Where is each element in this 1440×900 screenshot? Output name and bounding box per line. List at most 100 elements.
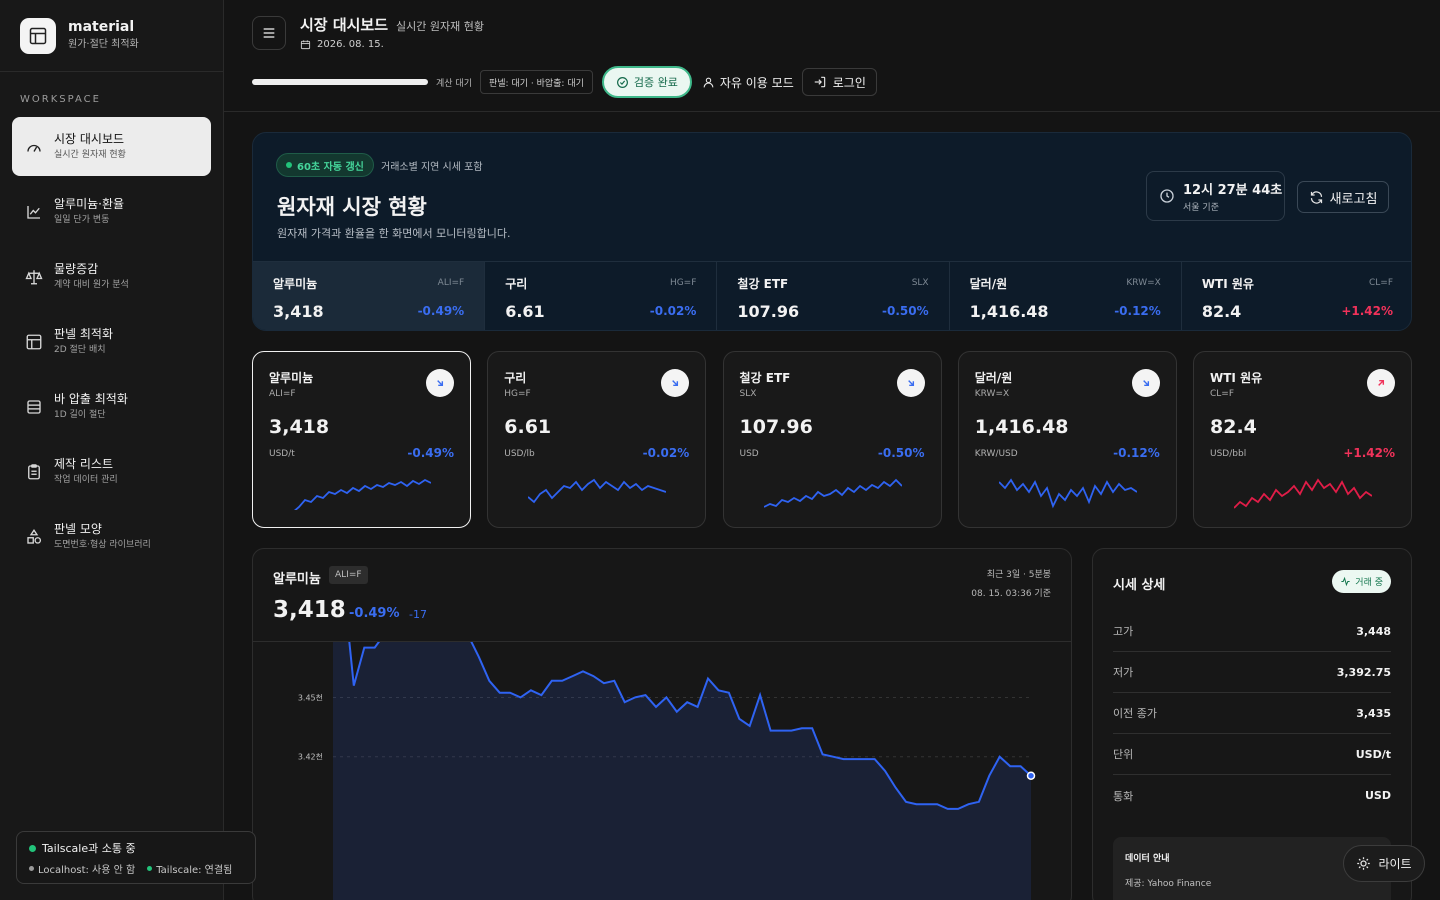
sidebar-item-market-dashboard[interactable]: 시장 대시보드 실시간 원자재 현황	[12, 117, 211, 176]
commodity-card[interactable]: 달러/원 KRW=X 1,416.48 KRW/USD -0.12%	[957, 351, 1177, 528]
card-change: -0.12%	[1113, 446, 1160, 460]
sun-icon	[1357, 857, 1371, 870]
tailscale-status: Tailscale: 연결됨	[156, 865, 233, 876]
ticker-change: -0.50%	[881, 304, 929, 318]
ticker-name: 철강 ETF	[737, 277, 789, 291]
card-name: 구리	[504, 371, 527, 385]
brand-subtitle: 원가·절단 최적화	[68, 39, 139, 50]
sparkline	[528, 478, 667, 504]
rows-icon	[24, 397, 44, 417]
ticker-row: 알루미늄 ALI=F 3,418 -0.49% 구리 HG=F 6.61 -0.…	[253, 261, 1411, 330]
user-icon	[703, 77, 714, 87]
sidebar-item-bar-extrusion[interactable]: 바 압출 최적화 1D 길이 절단	[12, 377, 211, 436]
chart-symbol-badge: ALI=F	[329, 566, 368, 584]
page-subtitle: 실시간 원자재 현황	[396, 20, 484, 33]
commodity-card[interactable]: 알루미늄 ALI=F 3,418 USD/t -0.49%	[252, 351, 471, 528]
hero-title: 원자재 시장 현황	[277, 195, 427, 219]
menu-toggle-button[interactable]	[252, 16, 286, 50]
connection-status-box[interactable]: Tailscale과 소통 중 Localhost: 사용 안 함 Tailsc…	[16, 831, 256, 884]
detail-key: 저가	[1113, 666, 1134, 679]
market-overview-hero: 60초 자동 갱신 거래소별 지연 시세 포함 원자재 시장 현황 원자재 가격…	[252, 132, 1412, 331]
ticker-wti[interactable]: WTI 원유 CL=F 82.4 +1.42%	[1182, 262, 1411, 330]
refresh-label: 새로고침	[1329, 191, 1378, 207]
app-root: material 원가·절단 최적화 WORKSPACE 시장 대시보드 실시간…	[0, 0, 1440, 900]
ticker-change: -0.02%	[649, 304, 697, 318]
status-title: Tailscale과 소통 중	[42, 842, 136, 855]
main-content: 시장 대시보드 실시간 원자재 현황 2026. 08. 15. 계산 대기 판…	[224, 0, 1440, 900]
sidebar-section-title: WORKSPACE	[20, 94, 101, 105]
theme-toggle-button[interactable]: 라이트	[1343, 845, 1425, 882]
card-price: 1,416.48	[974, 416, 1069, 438]
brand[interactable]: material 원가·절단 최적화	[0, 0, 223, 72]
sidebar-item-label: 판넬 최적화	[54, 327, 114, 341]
sidebar-item-production-list[interactable]: 제작 리스트 작업 데이터 관리	[12, 442, 211, 501]
card-change: -0.49%	[407, 446, 454, 460]
brand-logo-icon	[20, 17, 56, 54]
price-line-chart[interactable]: 3.5천3.48천3.45천3.42천	[253, 642, 1072, 900]
card-symbol: CL=F	[1210, 389, 1235, 399]
card-price: 107.96	[739, 416, 813, 438]
line-chart-icon	[24, 202, 44, 222]
calculation-progress-bar	[252, 79, 428, 85]
verify-label: 검증 완료	[633, 76, 678, 89]
sparkline-path	[763, 478, 902, 508]
sparkline-path	[528, 478, 667, 504]
commodity-cards: 알루미늄 ALI=F 3,418 USD/t -0.49% 구리 HG=F 6.61 USD/l…	[252, 351, 1412, 528]
ticker-steel-etf[interactable]: 철강 ETF SLX 107.96 -0.50%	[717, 262, 950, 330]
page-title: 시장 대시보드	[300, 16, 389, 34]
refresh-icon	[1310, 190, 1322, 204]
card-price: 82.4	[1210, 416, 1257, 438]
y-tick-label: 3.48천	[298, 642, 323, 643]
sidebar-item-panel-shape[interactable]: 판넬 모양 도면번호·형상 라이브러리	[12, 507, 211, 566]
card-change: -0.50%	[877, 446, 925, 460]
ticker-aluminum[interactable]: 알루미늄 ALI=F 3,418 -0.49%	[253, 262, 486, 330]
refresh-button[interactable]: 새로고침	[1297, 181, 1389, 213]
ticker-symbol: SLX	[911, 278, 929, 288]
ticker-copper[interactable]: 구리 HG=F 6.61 -0.02%	[485, 262, 718, 330]
login-button[interactable]: 로그인	[801, 68, 877, 96]
ticker-symbol: CL=F	[1368, 278, 1394, 288]
brand-name: material	[68, 19, 135, 35]
trading-status-badge: 거래 중	[1332, 570, 1391, 593]
sidebar-item-quantity-change[interactable]: 물량증감 계약 대비 원가 분석	[12, 247, 211, 306]
auto-refresh-label: 60초 자동 갱신	[297, 161, 364, 173]
detail-row-low: 저가 3,392.75	[1113, 652, 1391, 693]
free-mode-indicator: 자유 이용 모드	[702, 74, 794, 91]
ticker-name: WTI 원유	[1201, 277, 1254, 291]
arrow-down-right-icon	[1131, 369, 1160, 397]
chart-change-percent: -0.49%	[349, 606, 400, 621]
clock-time: 12시 27분 44초	[1183, 183, 1283, 198]
sparkline	[763, 478, 902, 508]
job-status: 판넬: 대기 · 바압출: 대기	[479, 70, 593, 94]
chart-change-absolute: -17	[409, 608, 427, 621]
shapes-icon	[24, 527, 44, 547]
detail-title: 시세 상세	[1113, 578, 1166, 593]
login-label: 로그인	[832, 75, 866, 90]
detail-row-currency: 통화 USD	[1113, 775, 1391, 816]
last-price-point[interactable]	[1026, 771, 1036, 780]
detail-row-high: 고가 3,448	[1113, 611, 1391, 652]
card-unit: USD	[739, 449, 759, 459]
commodity-card[interactable]: 구리 HG=F 6.61 USD/lb -0.02%	[487, 351, 707, 528]
sidebar-item-label: 시장 대시보드	[54, 132, 125, 146]
sidebar-item-sub: 작업 데이터 관리	[54, 475, 118, 485]
detail-value: 3,435	[1356, 706, 1391, 720]
card-price: 3,418	[269, 416, 330, 438]
topbar: 시장 대시보드 실시간 원자재 현황 2026. 08. 15. 계산 대기 판…	[224, 0, 1440, 112]
card-name: 달러/원	[974, 371, 1013, 385]
ticker-name: 구리	[505, 277, 528, 291]
sidebar-item-label: 판넬 모양	[54, 522, 102, 536]
sparkline-path	[998, 478, 1137, 509]
sidebar-item-aluminum-fx[interactable]: 알루미늄·환율 일일 단가 변동	[12, 182, 211, 241]
ticker-usd-krw[interactable]: 달러/원 KRW=X 1,416.48 -0.12%	[950, 262, 1182, 330]
data-provider: 제공: Yahoo Finance	[1125, 879, 1212, 889]
sidebar-item-panel-optimize[interactable]: 판넬 최적화 2D 절단 배치	[12, 312, 211, 371]
hamburger-icon	[263, 28, 275, 38]
verify-complete-button[interactable]: 검증 완료	[601, 66, 692, 98]
card-change: +1.42%	[1343, 446, 1395, 460]
chart-price: 3,418	[273, 597, 346, 623]
commodity-card[interactable]: 철강 ETF SLX 107.96 USD -0.50%	[722, 351, 942, 528]
clock-timezone: 서울 기준	[1183, 203, 1219, 213]
commodity-card[interactable]: WTI 원유 CL=F 82.4 USD/bbl +1.42%	[1193, 351, 1412, 528]
ticker-change: +1.42%	[1341, 304, 1394, 318]
